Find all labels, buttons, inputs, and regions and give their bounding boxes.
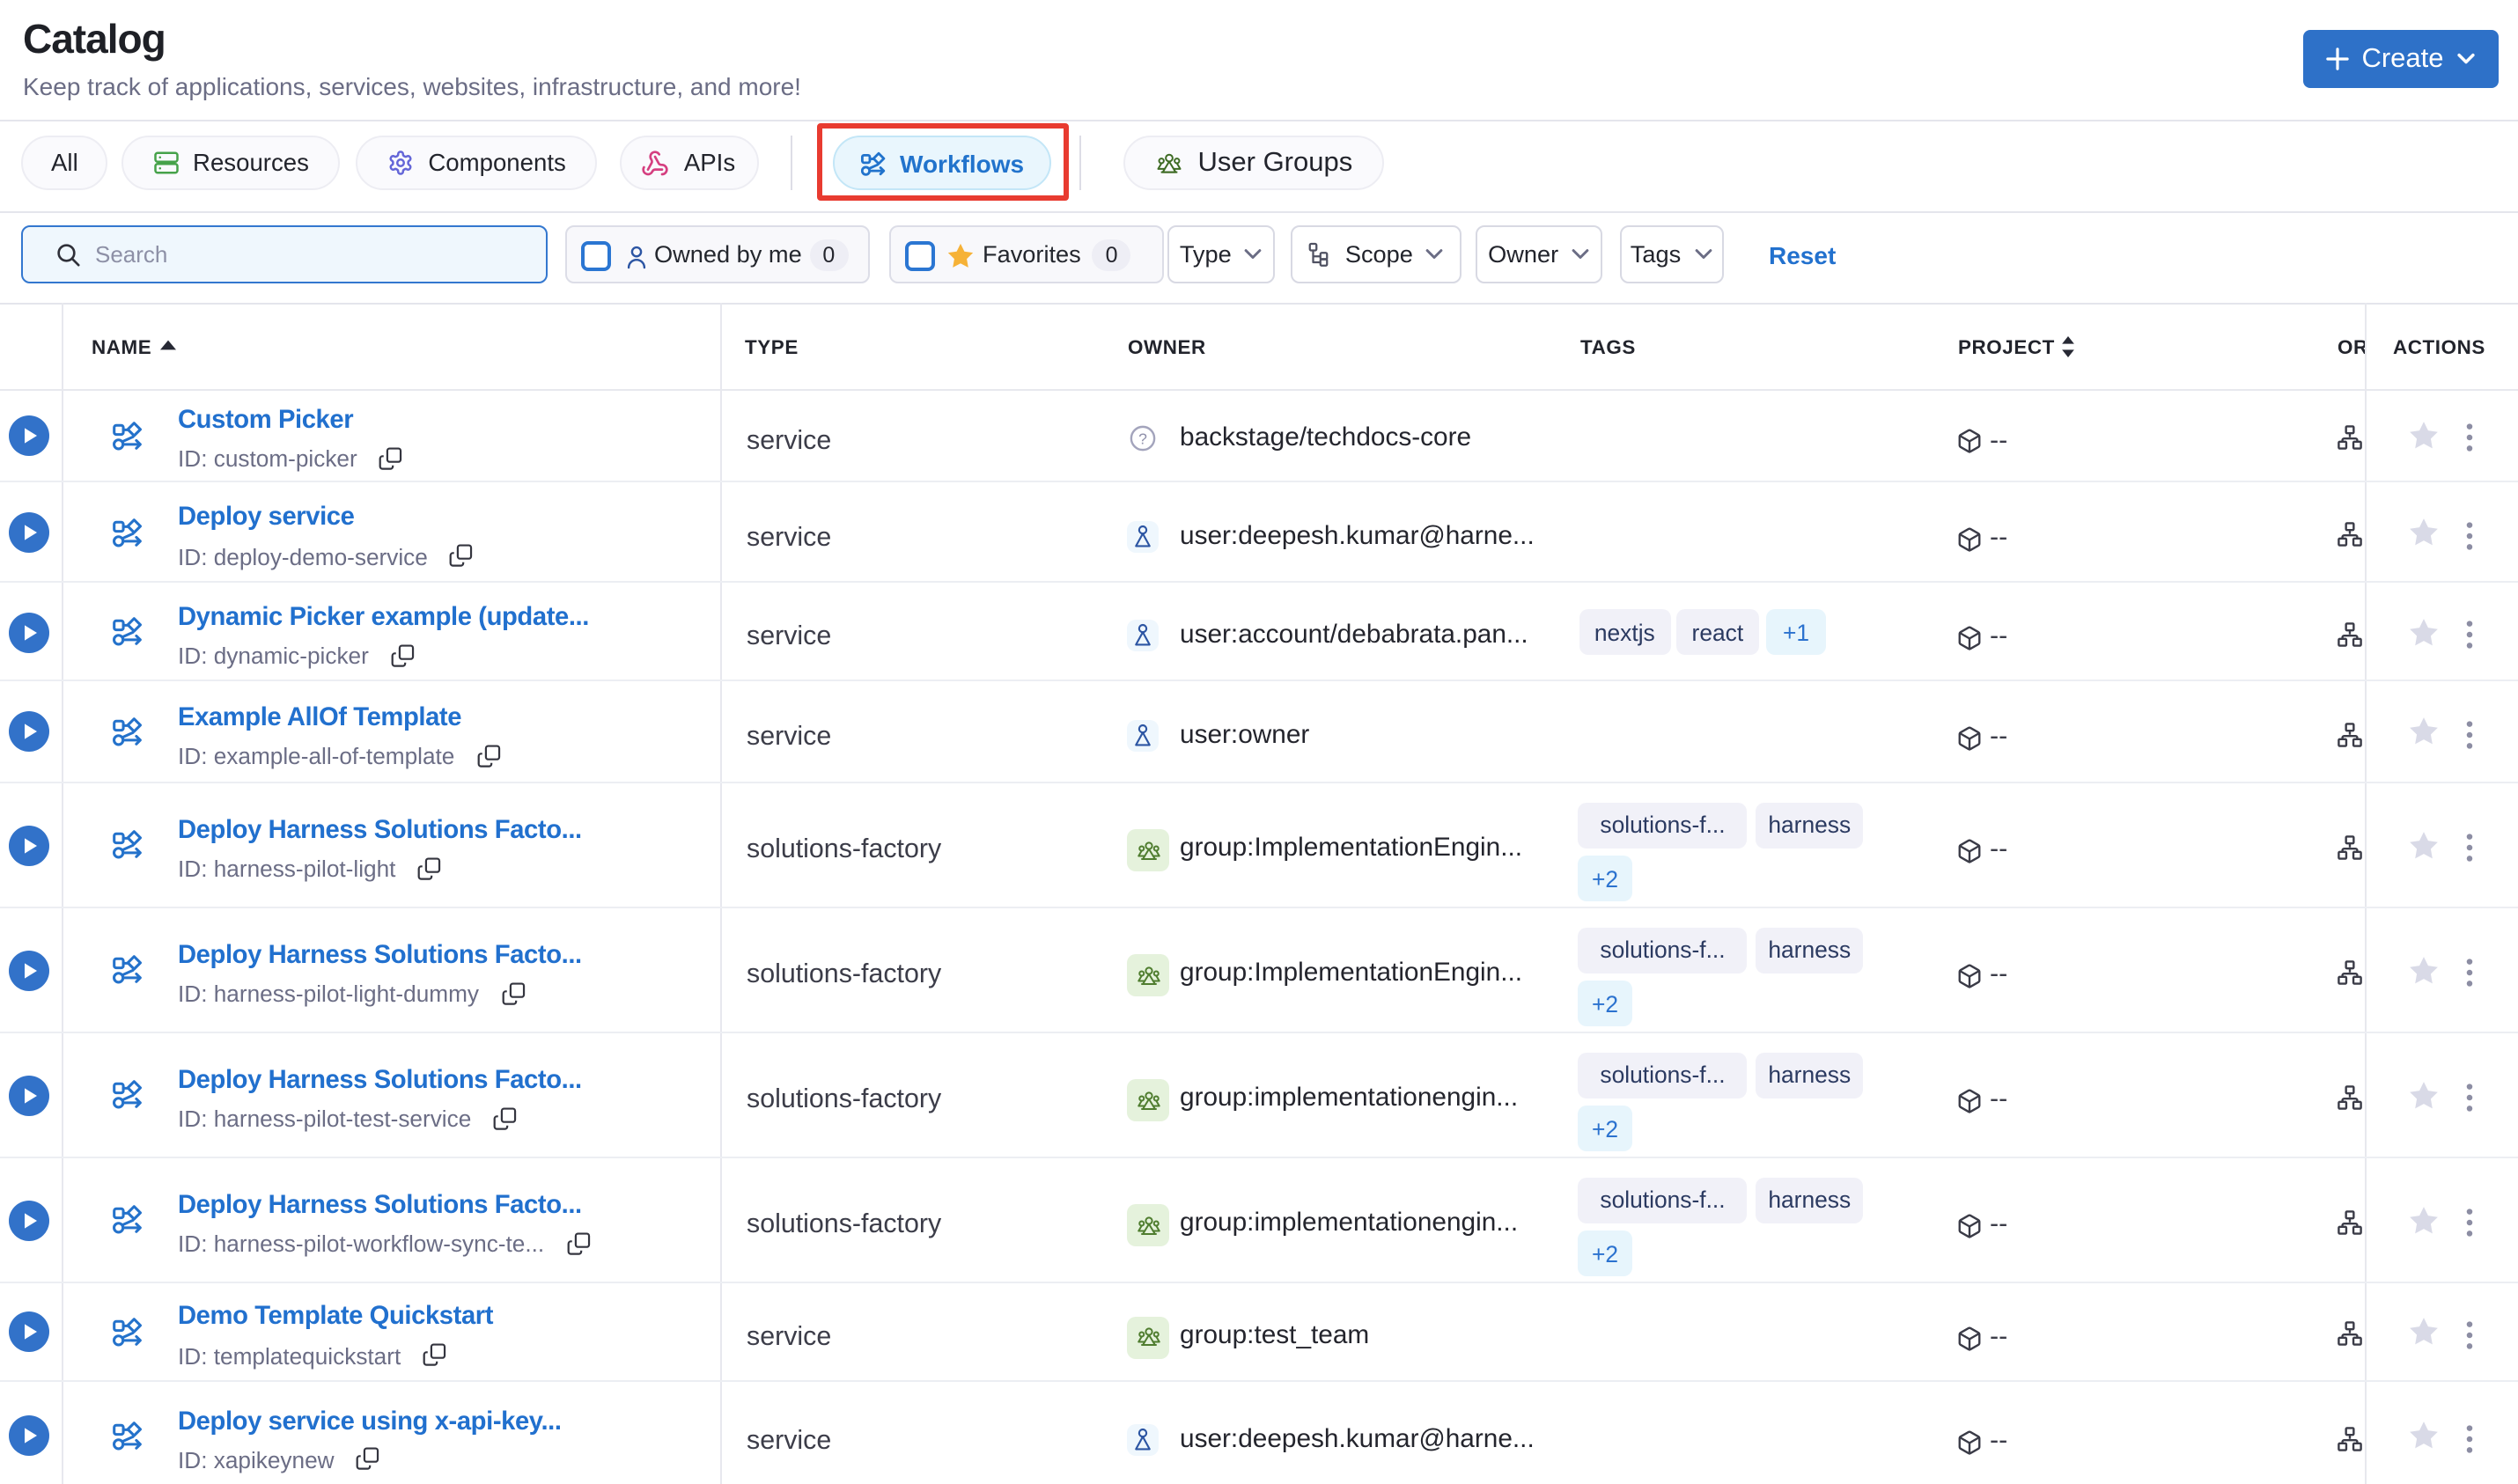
svg-text:?: ? [1138,430,1147,448]
